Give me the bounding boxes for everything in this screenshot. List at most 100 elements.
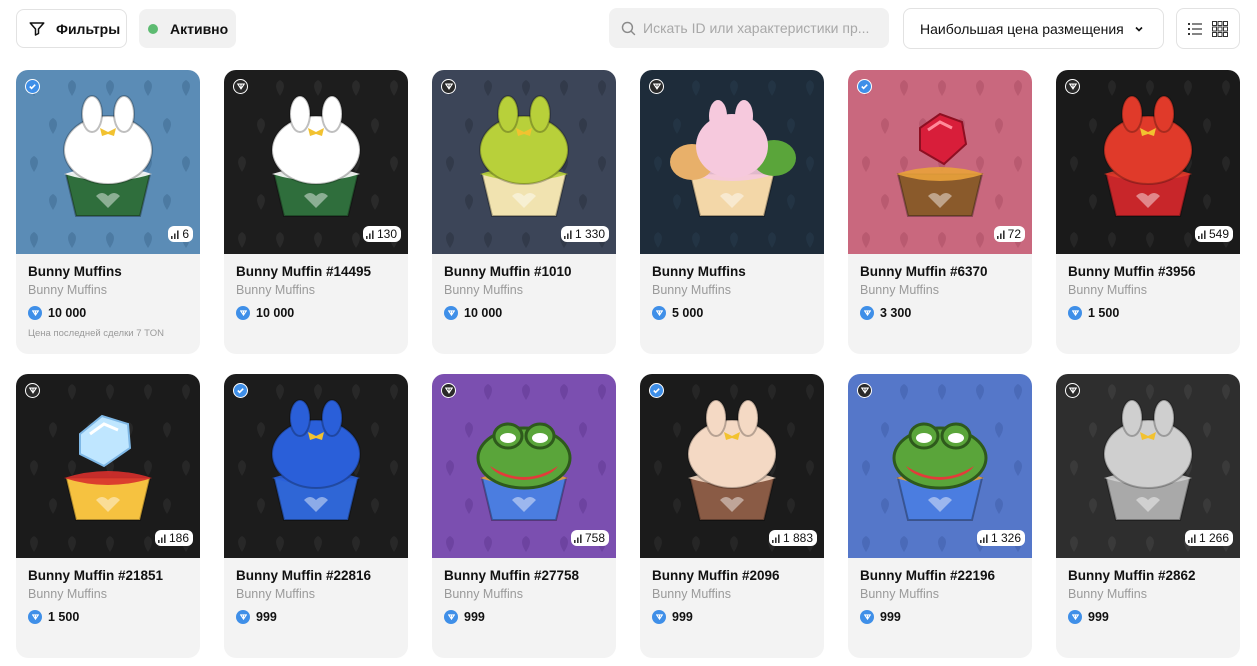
ton-icon — [444, 610, 458, 624]
filter-icon — [29, 21, 45, 36]
nft-image: 1 330 — [432, 70, 616, 254]
nft-name: Bunny Muffin #22196 — [860, 568, 996, 583]
bars-icon — [563, 230, 572, 239]
bars-icon — [157, 534, 166, 543]
nft-name: Bunny Muffin #3956 — [1068, 264, 1196, 279]
ton-icon — [1068, 306, 1082, 320]
price: 999 — [860, 610, 901, 624]
price: 1 500 — [28, 610, 79, 624]
supply-count: 1 883 — [768, 530, 817, 546]
collection-name: Bunny Muffins — [236, 283, 315, 297]
nft-name: Bunny Muffins — [28, 264, 122, 279]
filters-label: Фильтры — [56, 20, 121, 37]
verified-icon — [25, 79, 40, 94]
nft-image: 72 — [848, 70, 1032, 254]
filters-button[interactable]: Фильтры — [16, 9, 127, 48]
supply-count: 758 — [570, 530, 609, 546]
ton-icon — [1068, 610, 1082, 624]
list-view-icon[interactable] — [1188, 22, 1202, 35]
nft-name: Bunny Muffin #27758 — [444, 568, 580, 583]
ton-badge-icon — [441, 79, 456, 94]
status-dot — [148, 23, 158, 34]
collection-name: Bunny Muffins — [236, 587, 315, 601]
price: 10 000 — [28, 306, 86, 320]
collection-name: Bunny Muffins — [1068, 283, 1147, 297]
search-input[interactable] — [643, 20, 883, 36]
ton-icon — [28, 306, 42, 320]
nft-card[interactable]: 1 326 Bunny Muffin #22196 Bunny Muffins 999 — [848, 374, 1032, 658]
nft-image: 549 — [1056, 70, 1240, 254]
collection-name: Bunny Muffins — [444, 587, 523, 601]
ton-icon — [652, 610, 666, 624]
verified-icon — [649, 383, 664, 398]
collection-name: Bunny Muffins — [652, 587, 731, 601]
price: 999 — [652, 610, 693, 624]
ton-badge-icon — [857, 383, 872, 398]
price: 999 — [444, 610, 485, 624]
price: 10 000 — [444, 306, 502, 320]
nft-name: Bunny Muffin #6370 — [860, 264, 988, 279]
nft-card[interactable]: 549 Bunny Muffin #3956 Bunny Muffins 1 500 — [1056, 70, 1240, 354]
bars-icon — [573, 534, 582, 543]
ton-badge-icon — [233, 79, 248, 94]
nft-image: 1 326 — [848, 374, 1032, 558]
price: 10 000 — [236, 306, 294, 320]
view-toggle — [1176, 8, 1240, 49]
search-box — [609, 8, 889, 48]
nft-name: Bunny Muffin #14495 — [236, 264, 372, 279]
sort-dropdown[interactable]: Наибольшая цена размещения — [903, 8, 1164, 49]
bars-icon — [1187, 534, 1196, 543]
ton-badge-icon — [1065, 383, 1080, 398]
nft-image: 186 — [16, 374, 200, 558]
ton-badge-icon — [1065, 79, 1080, 94]
ton-badge-icon — [25, 383, 40, 398]
last-sale-price: Цена последней сделки 7 TON — [28, 328, 165, 339]
price: 3 300 — [860, 306, 911, 320]
supply-count: 6 — [168, 226, 193, 242]
nft-card[interactable]: Bunny Muffins Bunny Muffins 5 000 — [640, 70, 824, 354]
collection-name: Bunny Muffins — [444, 283, 523, 297]
bars-icon — [1197, 230, 1206, 239]
nft-card[interactable]: 72 Bunny Muffin #6370 Bunny Muffins 3 300 — [848, 70, 1032, 354]
price: 1 500 — [1068, 306, 1119, 320]
nft-image: 1 266 — [1056, 374, 1240, 558]
nft-image: 130 — [224, 70, 408, 254]
nft-card[interactable]: 6 Bunny Muffins Bunny Muffins 10 000 Цена по… — [16, 70, 200, 354]
collection-name: Bunny Muffins — [1068, 587, 1147, 601]
supply-count: 186 — [154, 530, 193, 546]
nft-name: Bunny Muffins — [652, 264, 746, 279]
nft-image — [640, 70, 824, 254]
grid-view-icon[interactable] — [1212, 20, 1228, 37]
sort-label: Наибольшая цена размещения — [920, 20, 1124, 37]
nft-name: Bunny Muffin #2862 — [1068, 568, 1196, 583]
nft-image: 6 — [16, 70, 200, 254]
nft-image: 758 — [432, 374, 616, 558]
nft-name: Bunny Muffin #22816 — [236, 568, 372, 583]
nft-card[interactable]: 758 Bunny Muffin #27758 Bunny Muffins 999 — [432, 374, 616, 658]
bars-icon — [365, 230, 374, 239]
nft-name: Bunny Muffin #1010 — [444, 264, 572, 279]
ton-icon — [860, 610, 874, 624]
ton-icon — [236, 306, 250, 320]
supply-count: 1 266 — [1184, 530, 1233, 546]
nft-card[interactable]: 130 Bunny Muffin #14495 Bunny Muffins 10 00… — [224, 70, 408, 354]
status-filter-button[interactable]: Активно — [139, 9, 236, 48]
nft-card[interactable]: 1 266 Bunny Muffin #2862 Bunny Muffins 999 — [1056, 374, 1240, 658]
ton-icon — [236, 610, 250, 624]
collection-name: Bunny Muffins — [860, 587, 939, 601]
nft-card[interactable]: 1 330 Bunny Muffin #1010 Bunny Muffins 10 0… — [432, 70, 616, 354]
toolbar: Фильтры Активно Наибольшая цена размещен… — [16, 8, 1240, 49]
nft-card[interactable]: 186 Bunny Muffin #21851 Bunny Muffins 1 500 — [16, 374, 200, 658]
bars-icon — [996, 230, 1005, 239]
nft-name: Bunny Muffin #2096 — [652, 568, 780, 583]
search-icon — [621, 21, 636, 35]
nft-card[interactable]: Bunny Muffin #22816 Bunny Muffins 999 — [224, 374, 408, 658]
nft-card[interactable]: 1 883 Bunny Muffin #2096 Bunny Muffins 999 — [640, 374, 824, 658]
ton-icon — [860, 306, 874, 320]
collection-name: Bunny Muffins — [28, 283, 107, 297]
price: 999 — [236, 610, 277, 624]
collection-name: Bunny Muffins — [28, 587, 107, 601]
collection-name: Bunny Muffins — [652, 283, 731, 297]
supply-count: 72 — [993, 226, 1025, 242]
supply-count: 130 — [362, 226, 401, 242]
